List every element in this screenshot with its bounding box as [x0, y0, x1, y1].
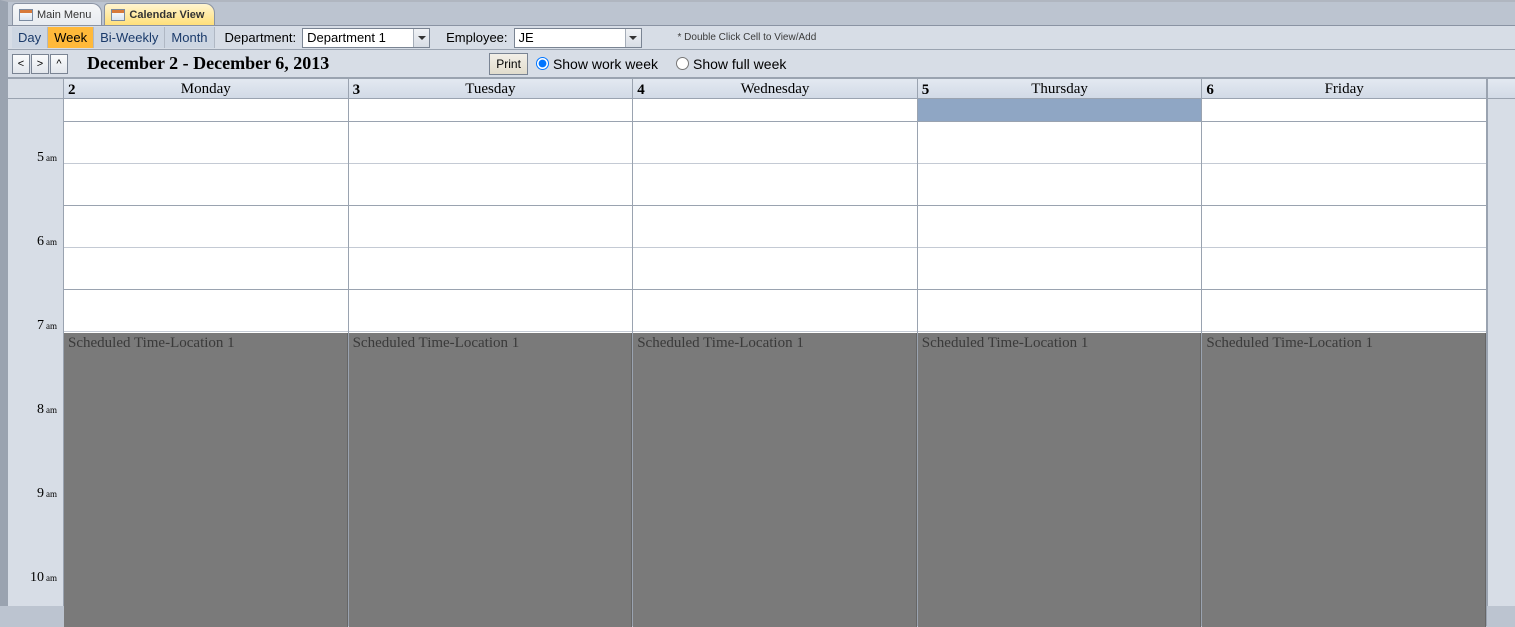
time-slot[interactable] — [349, 122, 633, 164]
hour-label: 8am — [37, 402, 57, 418]
calendar-body: Scheduled Time-Location 1 Scheduled Time… — [64, 99, 1487, 626]
time-slot[interactable] — [918, 122, 1202, 164]
allday-cell[interactable] — [349, 99, 633, 122]
tab-main-menu[interactable]: Main Menu — [12, 3, 102, 25]
view-week-button[interactable]: Week — [48, 27, 94, 48]
next-button[interactable]: > — [31, 54, 49, 74]
day-header-wednesday[interactable]: 4Wednesday — [633, 79, 918, 99]
time-slot[interactable] — [1202, 290, 1486, 332]
time-gutter: 5am 6am 7am 8am 9am 10am — [8, 78, 64, 606]
time-slot[interactable] — [349, 290, 633, 332]
right-margin — [1487, 78, 1515, 606]
department-input[interactable] — [303, 29, 413, 47]
time-slot[interactable] — [1202, 122, 1486, 164]
calendar-area: 5am 6am 7am 8am 9am 10am 2Monday 3Tuesda… — [8, 78, 1515, 606]
day-header-thursday[interactable]: 5Thursday — [918, 79, 1203, 99]
allday-cell[interactable] — [633, 99, 917, 122]
time-slot[interactable] — [918, 248, 1202, 290]
time-slot[interactable] — [1202, 248, 1486, 290]
time-slot[interactable] — [64, 248, 348, 290]
time-slot[interactable] — [633, 164, 917, 206]
time-slot[interactable] — [1202, 164, 1486, 206]
radio-full-week-input[interactable] — [676, 57, 689, 70]
radio-label: Show work week — [553, 56, 658, 72]
calendar-event[interactable]: Scheduled Time-Location 1 — [633, 333, 917, 627]
view-biweekly-button[interactable]: Bi-Weekly — [94, 27, 165, 48]
day-column-monday: Scheduled Time-Location 1 — [64, 99, 349, 626]
week-mode-group: Show work week Show full week — [536, 56, 786, 72]
radio-label: Show full week — [693, 56, 786, 72]
view-day-button[interactable]: Day — [12, 27, 48, 48]
hour-label: 5am — [37, 150, 57, 166]
chevron-down-icon[interactable] — [413, 29, 429, 47]
hour-label: 9am — [37, 486, 57, 502]
day-column-thursday: Scheduled Time-Location 1 — [918, 99, 1203, 626]
department-label: Department: — [215, 27, 303, 48]
calendar-event[interactable]: Scheduled Time-Location 1 — [64, 333, 348, 627]
time-slot[interactable] — [918, 206, 1202, 248]
up-button[interactable]: ^ — [50, 54, 68, 74]
calendar-grid: 2Monday 3Tuesday 4Wednesday 5Thursday 6F… — [64, 78, 1487, 606]
department-combo[interactable] — [302, 28, 430, 48]
time-slot[interactable] — [633, 122, 917, 164]
tab-strip: Main Menu Calendar View — [8, 2, 1515, 26]
employee-label: Employee: — [436, 27, 513, 48]
time-slot[interactable] — [349, 164, 633, 206]
hour-label: 6am — [37, 234, 57, 250]
calendar-event[interactable]: Scheduled Time-Location 1 — [918, 333, 1202, 627]
time-slot[interactable] — [64, 164, 348, 206]
hour-label: 7am — [37, 318, 57, 334]
time-slot[interactable] — [918, 290, 1202, 332]
day-header-tuesday[interactable]: 3Tuesday — [349, 79, 634, 99]
allday-cell[interactable] — [64, 99, 348, 122]
time-slot[interactable] — [64, 122, 348, 164]
allday-cell[interactable] — [918, 99, 1202, 122]
tab-calendar-view[interactable]: Calendar View — [104, 3, 215, 25]
calendar-event[interactable]: Scheduled Time-Location 1 — [1202, 333, 1486, 627]
calendar-event[interactable]: Scheduled Time-Location 1 — [349, 333, 633, 627]
form-icon — [111, 9, 125, 21]
employee-combo[interactable] — [514, 28, 642, 48]
day-column-tuesday: Scheduled Time-Location 1 — [349, 99, 634, 626]
time-slot[interactable] — [633, 290, 917, 332]
time-slot[interactable] — [633, 248, 917, 290]
time-slot[interactable] — [918, 164, 1202, 206]
print-button[interactable]: Print — [489, 53, 528, 75]
day-column-wednesday: Scheduled Time-Location 1 — [633, 99, 918, 626]
date-range: December 2 - December 6, 2013 — [87, 53, 329, 74]
time-slot[interactable] — [64, 206, 348, 248]
time-slot[interactable] — [1202, 206, 1486, 248]
hour-label: 10am — [30, 570, 57, 586]
prev-button[interactable]: < — [12, 54, 30, 74]
day-header-friday[interactable]: 6Friday — [1202, 79, 1487, 99]
view-toolbar: Day Week Bi-Weekly Month Department: Emp… — [8, 26, 1515, 50]
day-column-friday: Scheduled Time-Location 1 — [1202, 99, 1487, 626]
tab-label: Main Menu — [37, 9, 91, 21]
hint-text: * Double Click Cell to View/Add — [678, 32, 817, 43]
allday-cell[interactable] — [1202, 99, 1486, 122]
nav-row: < > ^ December 2 - December 6, 2013 Prin… — [8, 50, 1515, 78]
chevron-down-icon[interactable] — [625, 29, 641, 47]
time-slot[interactable] — [349, 248, 633, 290]
day-header-monday[interactable]: 2Monday — [64, 79, 349, 99]
time-slot[interactable] — [349, 206, 633, 248]
time-slot[interactable] — [633, 206, 917, 248]
time-slot[interactable] — [64, 290, 348, 332]
view-month-button[interactable]: Month — [165, 27, 214, 48]
tab-label: Calendar View — [129, 9, 204, 21]
radio-full-week[interactable]: Show full week — [676, 56, 786, 72]
radio-work-week[interactable]: Show work week — [536, 56, 658, 72]
employee-input[interactable] — [515, 29, 625, 47]
form-icon — [19, 9, 33, 21]
radio-work-week-input[interactable] — [536, 57, 549, 70]
day-header-row: 2Monday 3Tuesday 4Wednesday 5Thursday 6F… — [64, 78, 1487, 99]
